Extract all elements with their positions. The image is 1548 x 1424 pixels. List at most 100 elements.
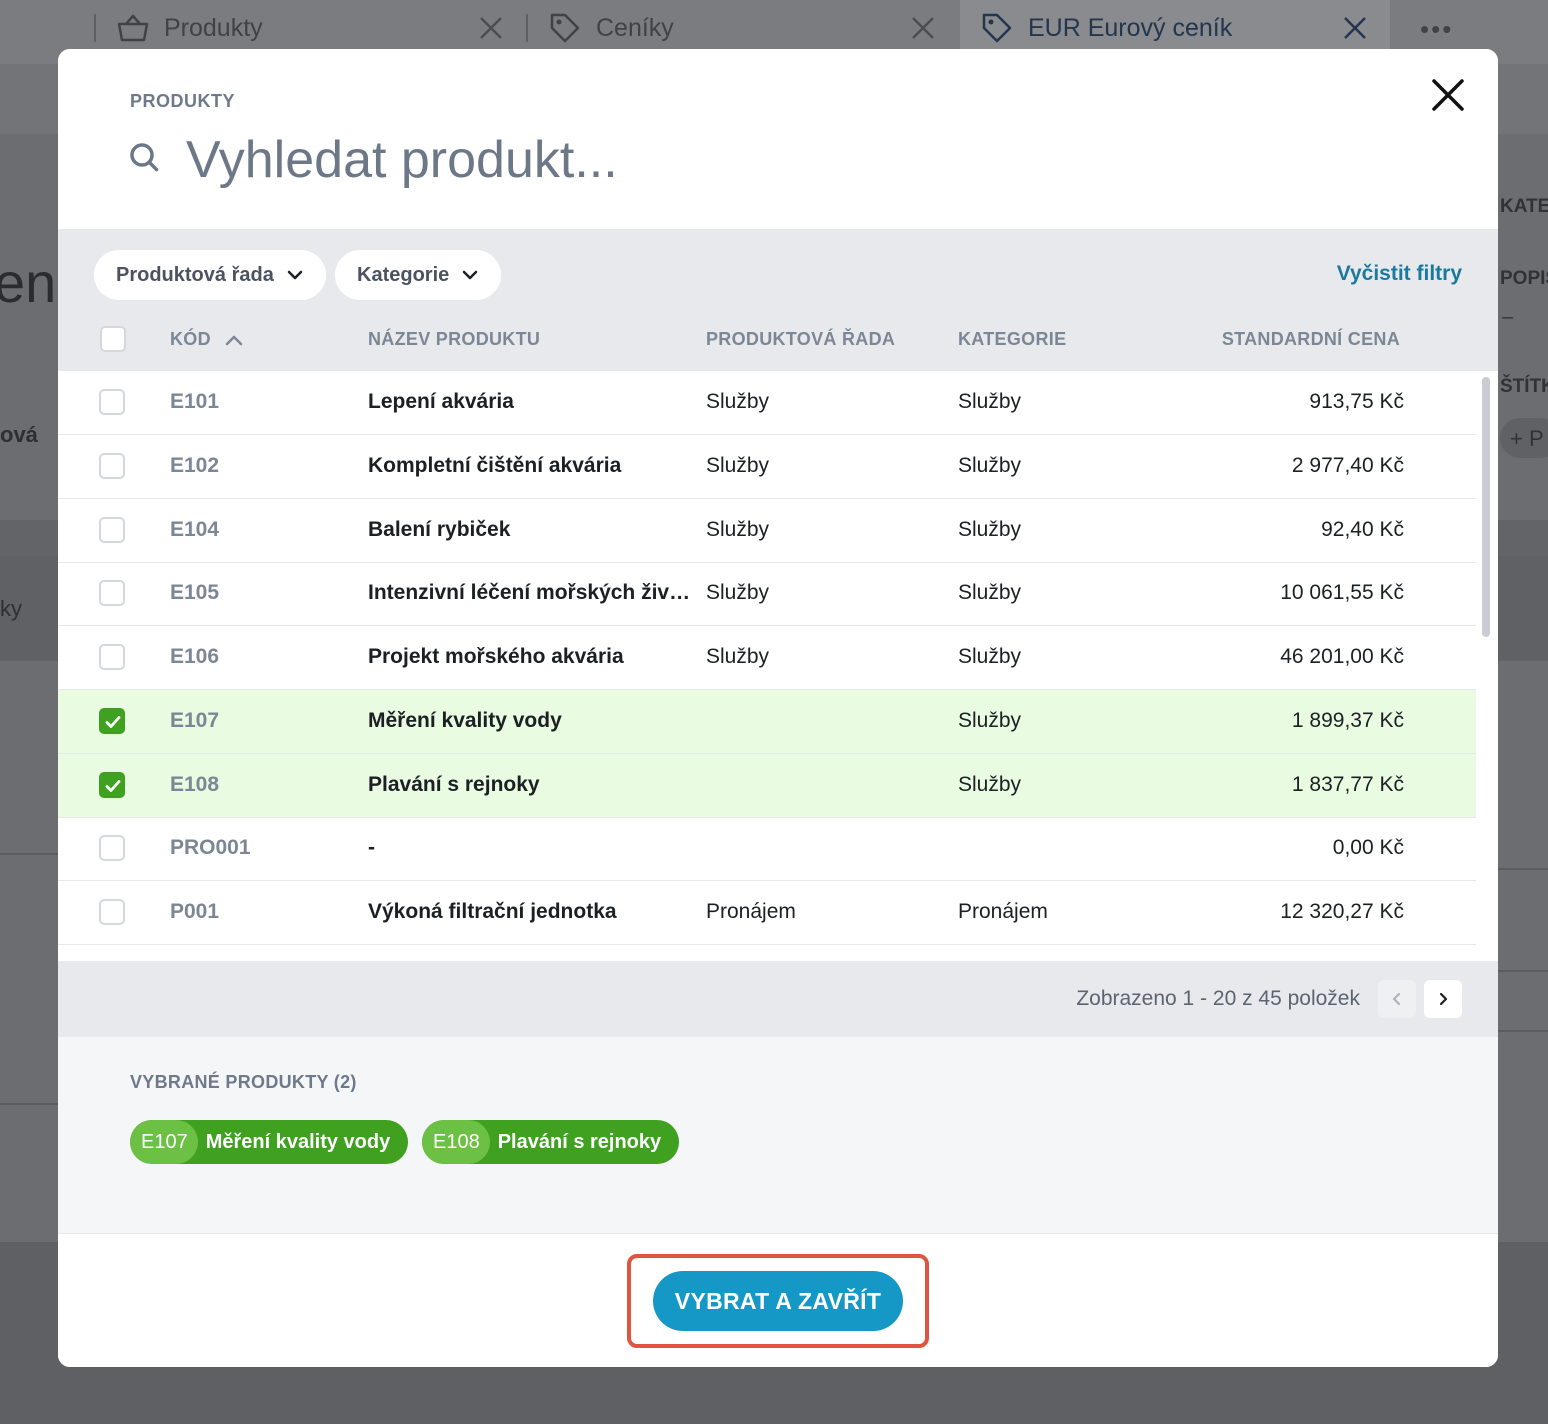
product-price: 92,40 Kč <box>1321 518 1404 541</box>
table-scrollbar[interactable] <box>1482 377 1490 637</box>
checkmark-icon <box>105 780 121 792</box>
product-price: 1 899,37 Kč <box>1291 709 1404 732</box>
product-price: 0,00 Kč <box>1332 836 1404 859</box>
checkmark-icon <box>105 716 121 728</box>
row-checkbox[interactable] <box>99 580 125 606</box>
background-label-fragment: POPIS <box>1500 268 1548 289</box>
product-search-input[interactable] <box>186 125 1286 195</box>
row-checkbox[interactable] <box>99 835 125 861</box>
clear-filters-link[interactable]: Vyčistit filtry <box>1337 262 1462 286</box>
selected-products-title: VYBRANÉ PRODUKTY (2) <box>130 1072 357 1092</box>
product-code: E104 <box>170 518 220 541</box>
tab-produkty[interactable]: Produkty <box>96 0 526 56</box>
product-category: Pronájem <box>958 900 1048 923</box>
product-category: Služby <box>958 518 1022 541</box>
chevron-left-icon <box>1393 993 1400 1005</box>
background-divider <box>1498 970 1548 972</box>
row-checkbox[interactable] <box>99 708 125 734</box>
row-checkbox[interactable] <box>99 899 125 925</box>
product-line: Pronájem <box>706 900 796 923</box>
table-row[interactable]: E106 Projekt mořského akvária Služby Služby… <box>58 626 1476 690</box>
selected-product-chip[interactable]: E107 Měření kvality vody <box>130 1120 409 1164</box>
table-row[interactable]: E107 Měření kvality vody Služby 1 899,37 Kč <box>58 690 1476 754</box>
background-label-fragment: ky <box>0 596 22 621</box>
basket-icon <box>116 11 150 45</box>
product-table-body: E101 Lepení akvária Služby Služby 913,75 Kč E… <box>58 371 1476 961</box>
background-label-fragment: KATEG <box>1500 196 1548 217</box>
product-price: 10 061,55 Kč <box>1280 581 1404 604</box>
close-icon[interactable] <box>1340 13 1370 43</box>
product-price: 46 201,00 Kč <box>1280 645 1404 668</box>
product-category: Služby <box>958 645 1022 668</box>
product-name: Intenzivní léčení mořských živočichů <box>368 581 698 604</box>
product-code: PRO001 <box>170 836 251 859</box>
selected-product-chip[interactable]: E108 Plavání s rejnoky <box>422 1120 680 1164</box>
close-icon[interactable] <box>908 13 938 43</box>
table-row[interactable]: E108 Plavání s rejnoky Služby 1 837,77 Kč <box>58 754 1476 818</box>
close-icon[interactable] <box>476 13 506 43</box>
search-icon <box>128 141 162 175</box>
select-all-checkbox[interactable] <box>100 326 126 352</box>
product-category: Služby <box>958 390 1022 413</box>
column-header-product-line[interactable]: PRODUKTOVÁ ŘADA <box>706 329 895 350</box>
background-divider <box>0 853 58 855</box>
category-filter[interactable]: Kategorie <box>335 250 502 300</box>
product-name: Kompletní čištění akvária <box>368 454 622 477</box>
product-code: P001 <box>170 900 220 923</box>
table-row[interactable]: E101 Lepení akvária Služby Služby 913,75 Kč <box>58 371 1476 435</box>
column-header-name[interactable]: NÁZEV PRODUKTU <box>368 329 540 350</box>
background-label-fragment: ŠTÍTK <box>1500 376 1548 397</box>
select-and-close-button[interactable]: VYBRAT A ZAVŘÍT <box>653 1271 903 1331</box>
modal-title: PRODUKTY <box>130 91 236 111</box>
filter-bar: Produktová řada Kategorie Vyčistit filtr… <box>58 229 1498 371</box>
product-line: Služby <box>706 645 770 668</box>
table-row[interactable]: PRO001 - 0,00 Kč <box>58 817 1476 881</box>
previous-page-button[interactable] <box>1378 980 1416 1018</box>
chevron-right-icon <box>1439 992 1448 1006</box>
next-page-button[interactable] <box>1424 980 1462 1018</box>
tag-icon <box>980 11 1014 45</box>
close-icon[interactable] <box>1430 77 1466 113</box>
table-row[interactable]: E104 Balení rybiček Služby Služby 92,40 Kč <box>58 499 1476 563</box>
product-name: Plavání s rejnoky <box>368 773 540 796</box>
product-code: E105 <box>170 581 220 604</box>
product-name: - <box>368 836 375 859</box>
product-category: Služby <box>958 773 1022 796</box>
tab-label: Ceníky <box>596 13 674 42</box>
table-row[interactable]: E102 Kompletní čištění akvária Služby Služb… <box>58 435 1476 499</box>
product-line: Služby <box>706 518 770 541</box>
product-code: E102 <box>170 454 220 477</box>
table-row[interactable]: P001 Výkoná filtrační jednotka Pronájem Pro… <box>58 881 1476 945</box>
row-checkbox[interactable] <box>99 389 125 415</box>
background-label-fragment: ová <box>0 422 38 447</box>
row-checkbox[interactable] <box>99 644 125 670</box>
more-tabs-button[interactable]: ••• <box>1420 14 1453 45</box>
product-line-filter[interactable]: Produktová řada <box>94 250 326 300</box>
chip-code: E108 <box>422 1120 490 1164</box>
row-checkbox[interactable] <box>99 517 125 543</box>
product-code: E106 <box>170 645 220 668</box>
background-divider <box>1498 1030 1548 1032</box>
tab-ceniky[interactable]: Ceníky <box>528 0 958 56</box>
filter-label: Kategorie <box>357 263 450 286</box>
chip-name: Plavání s rejnoky <box>497 1130 662 1153</box>
table-row[interactable]: E105 Intenzivní léčení mořských živočichů… <box>58 562 1476 626</box>
row-checkbox[interactable] <box>99 772 125 798</box>
chip-code: E107 <box>130 1120 198 1164</box>
selected-products-section: VYBRANÉ PRODUKTY (2) E107 Měření kvality… <box>58 1037 1498 1233</box>
tab-label: EUR Eurový ceník <box>1028 13 1233 42</box>
tab-label: Produkty <box>164 13 263 42</box>
product-price: 913,75 Kč <box>1309 390 1404 413</box>
column-header-code[interactable]: KÓD <box>170 329 211 350</box>
chip-name: Měření kvality vody <box>205 1130 391 1153</box>
sort-ascending-icon[interactable] <box>224 333 244 347</box>
column-header-price[interactable]: STANDARDNÍ CENA <box>1222 329 1400 350</box>
tab-eur-cenik[interactable]: EUR Eurový ceník <box>960 0 1390 56</box>
modal-footer: VYBRAT A ZAVŘÍT <box>58 1233 1498 1367</box>
product-line: Služby <box>706 581 770 604</box>
product-category: Služby <box>958 709 1022 732</box>
row-checkbox[interactable] <box>99 453 125 479</box>
background-value-fragment: – <box>1502 306 1514 328</box>
product-name: Měření kvality vody <box>368 709 562 732</box>
column-header-category[interactable]: KATEGORIE <box>958 329 1066 350</box>
